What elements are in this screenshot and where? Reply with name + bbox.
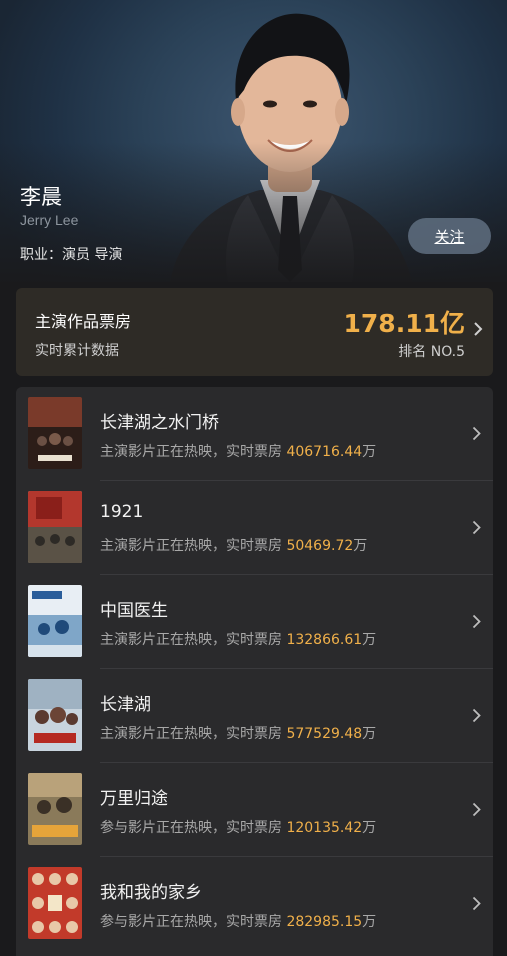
chevron-right-icon xyxy=(472,802,481,817)
movie-poster xyxy=(28,491,82,563)
movie-row[interactable]: 万里归途 参与影片正在热映，实时票房 120135.42万 xyxy=(16,763,493,857)
box-office-title: 主演作品票房 xyxy=(35,312,132,331)
chevron-right-icon xyxy=(472,896,481,911)
movie-row[interactable]: 1921 主演影片正在热映，实时票房 50469.72万 xyxy=(16,481,493,575)
box-office-value: 406716.44 xyxy=(286,444,363,460)
follow-button[interactable]: 关注 xyxy=(408,218,491,254)
box-office-value: 577529.48 xyxy=(286,726,363,742)
box-office-value: 50469.72 xyxy=(286,538,354,554)
movie-row[interactable]: 长津湖之水门桥 主演影片正在热映，实时票房 406716.44万 xyxy=(16,387,493,481)
box-office-rank: 排名 NO.5 xyxy=(398,344,465,360)
movie-row[interactable]: 我和我的家乡 参与影片正在热映，实时票房 282985.15万 xyxy=(16,857,493,951)
movie-description: 主演影片正在热映，实时票房 577529.48万 xyxy=(100,726,377,742)
movie-title: 1921 xyxy=(100,502,144,522)
box-office-subtitle: 实时累计数据 xyxy=(35,343,119,359)
box-office-value: 132866.61 xyxy=(286,632,363,648)
movie-row[interactable]: 长津湖 主演影片正在热映，实时票房 577529.48万 xyxy=(16,669,493,763)
movie-poster xyxy=(28,679,82,751)
actor-name: 李晨 xyxy=(20,185,62,209)
movie-description: 参与影片正在热映，实时票房 120135.42万 xyxy=(100,820,377,836)
box-office-value: 120135.42 xyxy=(286,820,363,836)
chevron-right-icon xyxy=(472,614,481,629)
movie-list: 长津湖之水门桥 主演影片正在热映，实时票房 406716.44万 1921 主演… xyxy=(16,387,493,956)
movie-title: 中国医生 xyxy=(100,601,168,621)
movie-title: 万里归途 xyxy=(100,789,168,809)
actor-english-name: Jerry Lee xyxy=(20,212,79,228)
box-office-value: 282985.15 xyxy=(286,914,363,930)
chevron-right-icon xyxy=(472,426,481,441)
movie-title: 长津湖 xyxy=(100,695,151,715)
movie-title: 我和我的家乡 xyxy=(100,883,202,903)
movie-poster xyxy=(28,867,82,939)
movie-description: 主演影片正在热映，实时票房 50469.72万 xyxy=(100,538,368,554)
chevron-right-icon xyxy=(472,708,481,723)
chevron-right-icon xyxy=(474,322,483,336)
movie-poster xyxy=(28,773,82,845)
movie-description: 主演影片正在热映，实时票房 406716.44万 xyxy=(100,444,377,460)
movie-row[interactable]: 中国医生 主演影片正在热映，实时票房 132866.61万 xyxy=(16,575,493,669)
chevron-right-icon xyxy=(472,520,481,535)
movie-description: 参与影片正在热映，实时票房 282985.15万 xyxy=(100,914,377,930)
movie-description: 主演影片正在热映，实时票房 132866.61万 xyxy=(100,632,377,648)
box-office-amount: 178.11亿 xyxy=(343,309,465,338)
movie-poster xyxy=(28,585,82,657)
box-office-summary[interactable]: 主演作品票房 实时累计数据 178.11亿 排名 NO.5 xyxy=(16,288,493,376)
actor-occupation: 职业：演员 导演 xyxy=(20,247,123,263)
movie-title: 长津湖之水门桥 xyxy=(100,413,219,433)
movie-poster xyxy=(28,397,82,469)
